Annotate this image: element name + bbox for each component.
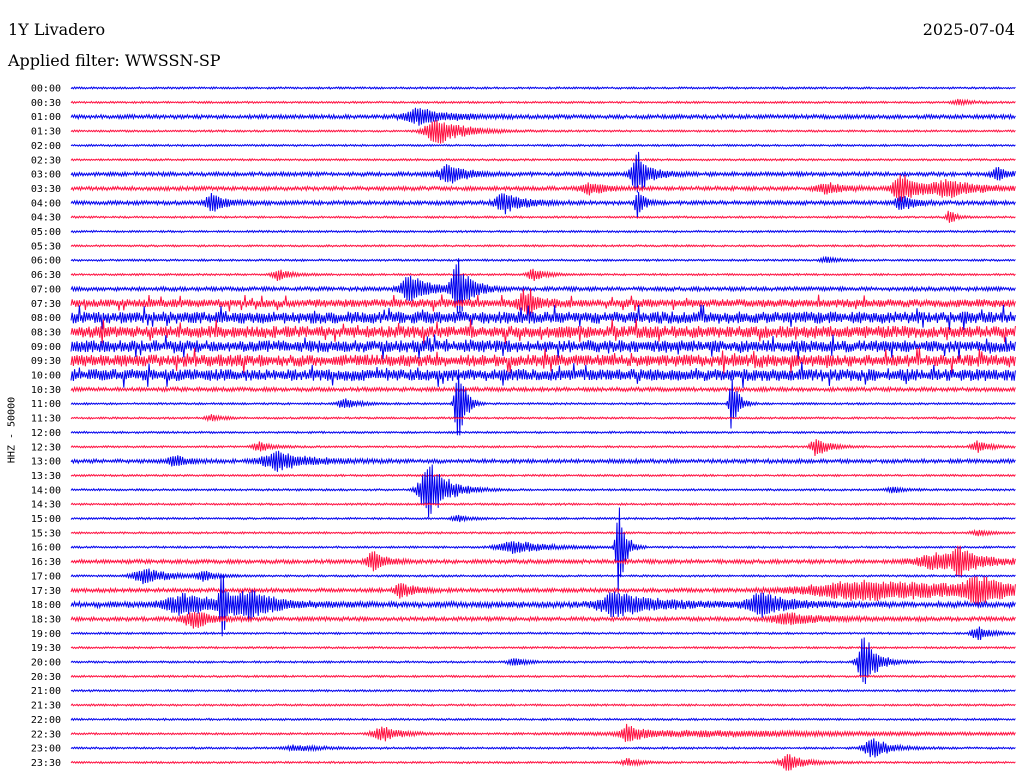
helicorder-plot: 00:00 00:30 01:00 01:30 02:00 02:30 03:00 03:30… xyxy=(31,84,1016,771)
row-time-label: 03:30 xyxy=(31,184,61,195)
row-time-label: 14:30 xyxy=(31,500,61,511)
trace-row-1300 xyxy=(70,450,1016,472)
row-time-label: 16:30 xyxy=(31,557,61,568)
trace-row-1230 xyxy=(70,439,1016,457)
trace-row-1130 xyxy=(70,414,1016,423)
row-time-label: 21:30 xyxy=(31,701,61,712)
trace-row-0200 xyxy=(70,143,1016,148)
trace-row-1030 xyxy=(70,385,1016,393)
trace-row-1200 xyxy=(70,430,1016,435)
trace-row-0830 xyxy=(70,318,1016,345)
trace-row-1700 xyxy=(70,568,1016,585)
row-time-label: 19:30 xyxy=(31,643,61,654)
trace-row-1100 xyxy=(70,369,1016,436)
row-time-label: 17:30 xyxy=(31,586,61,597)
row-time-label: 17:00 xyxy=(31,571,61,582)
row-time-label: 09:30 xyxy=(31,356,61,367)
trace-row-2030 xyxy=(70,674,1016,679)
row-time-label: 11:30 xyxy=(31,414,61,425)
row-time-label: 06:30 xyxy=(31,270,61,281)
row-time-label: 22:30 xyxy=(31,729,61,740)
row-time-label: 13:30 xyxy=(31,471,61,482)
row-time-label: 04:30 xyxy=(31,213,61,224)
row-time-label: 18:30 xyxy=(31,614,61,625)
row-time-label: 20:30 xyxy=(31,672,61,683)
row-time-label: 03:00 xyxy=(31,170,61,181)
row-time-label: 22:00 xyxy=(31,715,61,726)
row-time-label: 01:00 xyxy=(31,112,61,123)
trace-row-2200 xyxy=(70,717,1016,722)
row-time-label: 11:00 xyxy=(31,399,61,410)
row-time-label: 08:30 xyxy=(31,327,61,338)
row-time-label: 10:30 xyxy=(31,385,61,396)
row-time-label: 01:30 xyxy=(31,127,61,138)
trace-row-1930 xyxy=(70,645,1016,650)
trace-row-0900 xyxy=(70,334,1016,360)
trace-row-2300 xyxy=(70,738,1016,758)
row-time-label: 18:00 xyxy=(31,600,61,611)
row-time-label: 07:30 xyxy=(31,299,61,310)
trace-row-1400 xyxy=(70,464,1016,518)
row-time-label: 00:00 xyxy=(31,84,61,95)
row-time-label: 19:00 xyxy=(31,629,61,640)
trace-row-2100 xyxy=(70,688,1016,693)
row-time-label: 10:00 xyxy=(31,371,61,382)
trace-row-0330 xyxy=(70,174,1016,202)
row-time-label: 05:30 xyxy=(31,241,61,252)
row-time-label: 21:00 xyxy=(31,686,61,697)
trace-row-0430 xyxy=(70,210,1016,223)
trace-row-2130 xyxy=(70,703,1016,707)
row-time-label: 13:00 xyxy=(31,457,61,468)
trace-row-1530 xyxy=(70,528,1016,538)
row-time-label: 05:00 xyxy=(31,227,61,238)
row-time-label: 04:00 xyxy=(31,198,61,209)
trace-row-0600 xyxy=(70,255,1016,264)
trace-row-1630 xyxy=(70,545,1016,578)
row-time-label: 00:30 xyxy=(31,98,61,109)
trace-row-2330 xyxy=(70,754,1016,771)
trace-row-0000 xyxy=(70,86,1016,90)
row-time-label: 02:30 xyxy=(31,155,61,166)
row-time-label: 15:30 xyxy=(31,528,61,539)
trace-row-1600 xyxy=(70,507,1016,595)
trace-row-0500 xyxy=(70,229,1016,234)
trace-row-0400 xyxy=(70,191,1016,219)
row-time-label: 06:00 xyxy=(31,256,61,267)
row-time-label: 07:00 xyxy=(31,284,61,295)
trace-row-1500 xyxy=(70,514,1016,523)
row-time-label: 16:00 xyxy=(31,543,61,554)
row-time-label: 12:30 xyxy=(31,442,61,453)
trace-row-0800 xyxy=(70,304,1016,331)
trace-row-0230 xyxy=(70,157,1016,162)
row-time-label: 12:00 xyxy=(31,428,61,439)
row-time-label: 23:30 xyxy=(31,758,61,769)
trace-row-0100 xyxy=(70,107,1016,126)
trace-row-1900 xyxy=(70,626,1016,641)
row-time-label: 15:00 xyxy=(31,514,61,525)
trace-row-0730 xyxy=(70,288,1016,317)
row-time-label: 02:00 xyxy=(31,141,61,152)
trace-row-0030 xyxy=(70,98,1016,107)
row-time-label: 14:00 xyxy=(31,485,61,496)
trace-row-0630 xyxy=(70,268,1016,282)
trace-row-1430 xyxy=(70,502,1016,507)
row-time-label: 20:00 xyxy=(31,658,61,669)
row-time-label: 09:00 xyxy=(31,342,61,353)
trace-row-0530 xyxy=(70,243,1016,248)
trace-row-1330 xyxy=(70,473,1016,478)
row-time-label: 23:00 xyxy=(31,744,61,755)
trace-row-0130 xyxy=(70,120,1016,144)
trace-row-1830 xyxy=(70,611,1016,629)
row-time-label: 08:00 xyxy=(31,313,61,324)
